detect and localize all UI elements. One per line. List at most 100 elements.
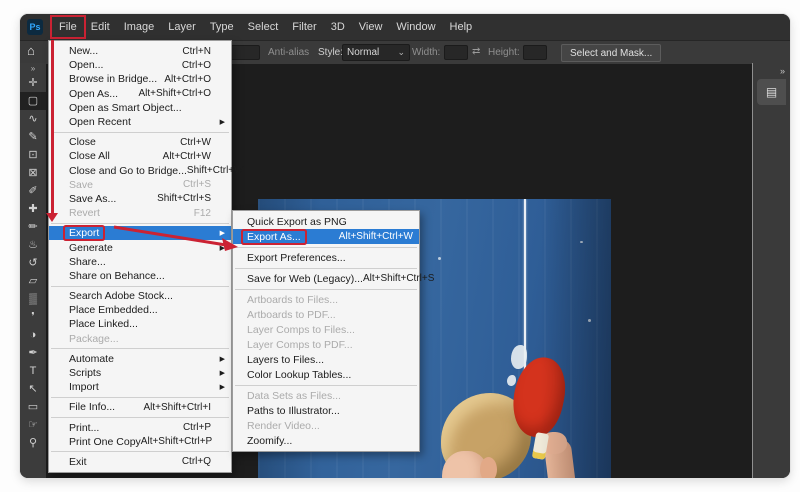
- panel-tab-icon[interactable]: ▤: [757, 79, 786, 105]
- blur-tool[interactable]: ❜: [20, 308, 46, 326]
- export-submenu-item[interactable]: Artboards to Files...: [233, 292, 419, 307]
- history-brush-tool[interactable]: ↺: [20, 254, 46, 272]
- export-submenu-item[interactable]: Quick Export as PNG: [233, 214, 419, 229]
- chevron-down-icon: ⌄: [397, 47, 405, 57]
- export-submenu-item[interactable]: Data Sets as Files...: [233, 388, 419, 403]
- file-menu-item[interactable]: Save Ctrl+S ▶: [49, 178, 231, 192]
- rectangle-tool[interactable]: ▭: [20, 398, 46, 416]
- home-icon[interactable]: ⌂: [27, 44, 35, 57]
- export-submenu-item[interactable]: Save for Web (Legacy)... Alt+Shift+Ctrl+…: [233, 271, 434, 286]
- file-menu-item[interactable]: Open Recent ▶: [49, 115, 231, 129]
- menu-separator: [235, 384, 417, 386]
- export-submenu-item[interactable]: Paths to Illustrator...: [233, 403, 419, 418]
- menubar-item-select[interactable]: Select: [241, 17, 286, 37]
- menu-separator: [235, 288, 417, 290]
- submenu-arrow-icon: ▶: [219, 119, 225, 127]
- menubar-item-type[interactable]: Type: [203, 17, 241, 37]
- select-and-mask-button[interactable]: Select and Mask...: [561, 44, 662, 62]
- healing-brush-tool[interactable]: ✚: [20, 200, 46, 218]
- menubar-item-image[interactable]: Image: [117, 17, 162, 37]
- eraser-tool[interactable]: ▱: [20, 272, 46, 290]
- brush-tool[interactable]: ✏: [20, 218, 46, 236]
- toolbar-collapse-icon[interactable]: »: [31, 64, 35, 74]
- type-tool[interactable]: T: [20, 362, 46, 380]
- frame-tool[interactable]: ⊠: [20, 164, 46, 182]
- file-menu-item[interactable]: Share on Behance... ▶: [49, 269, 231, 283]
- export-submenu-item[interactable]: Zoomify...: [233, 433, 419, 448]
- file-menu-item[interactable]: File Info... Alt+Shift+Ctrl+I ▶: [49, 400, 231, 414]
- file-menu-item[interactable]: Browse in Bridge... Alt+Ctrl+O ▶: [49, 72, 231, 86]
- file-menu-item[interactable]: Save As... Shift+Ctrl+S ▶: [49, 192, 231, 206]
- file-menu-item[interactable]: Scripts ▶: [49, 366, 231, 380]
- file-menu-item[interactable]: Close and Go to Bridge... Shift+Ctrl+W ▶: [49, 164, 244, 178]
- menubar-item-view[interactable]: View: [352, 17, 390, 37]
- file-menu-item[interactable]: Print One Copy Alt+Shift+Ctrl+P ▶: [49, 435, 231, 449]
- height-label: Height:: [488, 47, 520, 58]
- file-menu-item[interactable]: Print... Ctrl+P ▶: [49, 421, 231, 435]
- rectangular-marquee-tool[interactable]: ▢: [20, 92, 46, 110]
- file-menu-item[interactable]: Share... ▶: [49, 255, 231, 269]
- menu-separator: [51, 451, 229, 453]
- right-panel-dock: » ▤: [752, 63, 790, 478]
- file-menu-item[interactable]: Package... ▶: [49, 332, 231, 346]
- file-menu-item[interactable]: Close Ctrl+W ▶: [49, 135, 231, 149]
- export-submenu-item[interactable]: Artboards to PDF...: [233, 307, 419, 322]
- feather-input[interactable]: [230, 45, 260, 60]
- width-input[interactable]: [444, 45, 468, 60]
- pen-tool[interactable]: ✒: [20, 344, 46, 362]
- panel-collapse-icon[interactable]: »: [780, 66, 785, 76]
- menubar-item-layer[interactable]: Layer: [161, 17, 203, 37]
- export-submenu-item-export-as[interactable]: Export As... Alt+Shift+Ctrl+W: [233, 229, 419, 244]
- crop-tool[interactable]: ⊡: [20, 146, 46, 164]
- photoshop-window: » ▤ Ps File Edit Image Layer Type Select…: [20, 14, 790, 478]
- file-menu-item[interactable]: Automate ▶: [49, 352, 231, 366]
- eyedropper-tool[interactable]: ✐: [20, 182, 46, 200]
- dodge-tool[interactable]: ◑: [20, 326, 46, 344]
- file-menu-item[interactable]: Place Embedded... ▶: [49, 303, 231, 317]
- style-dropdown[interactable]: Normal ⌄: [342, 44, 410, 61]
- zoom-tool[interactable]: ⚲: [20, 434, 46, 452]
- file-menu-item[interactable]: Open... Ctrl+O ▶: [49, 58, 231, 72]
- menubar-item-edit[interactable]: Edit: [84, 17, 117, 37]
- file-menu-item[interactable]: Open as Smart Object... ▶: [49, 101, 231, 115]
- file-menu-item[interactable]: Search Adobe Stock... ▶: [49, 289, 231, 303]
- quick-selection-tool[interactable]: ✎: [20, 128, 46, 146]
- menu-bar: Ps File Edit Image Layer Type Select Fil…: [20, 14, 790, 40]
- menubar-item-filter[interactable]: Filter: [285, 17, 323, 37]
- export-submenu-item[interactable]: Render Video...: [233, 418, 419, 433]
- file-menu-dropdown: New... Ctrl+N ▶ Open... Ctrl+O ▶ Browse …: [48, 40, 244, 474]
- screenshot-stage: » ▤ Ps File Edit Image Layer Type Select…: [0, 0, 800, 492]
- gradient-tool[interactable]: ▒: [20, 290, 46, 308]
- width-label: Width:: [412, 47, 441, 58]
- path-selection-tool[interactable]: ↖: [20, 380, 46, 398]
- link-dimensions-icon[interactable]: ⇄: [472, 46, 480, 57]
- file-menu-item[interactable]: Place Linked... ▶: [49, 317, 231, 331]
- move-tool[interactable]: ✛: [20, 74, 46, 92]
- height-input[interactable]: [523, 45, 547, 60]
- menu-separator: [51, 131, 229, 133]
- file-menu-item[interactable]: Close All Alt+Ctrl+W ▶: [49, 149, 231, 163]
- submenu-arrow-icon: ▶: [219, 355, 225, 363]
- file-menu-item[interactable]: New... Ctrl+N ▶: [49, 44, 231, 58]
- file-menu-item[interactable]: Open As... Alt+Shift+Ctrl+O ▶: [49, 87, 231, 101]
- file-menu-item[interactable]: Import ▶: [49, 380, 231, 394]
- export-submenu-item[interactable]: Layer Comps to Files...: [233, 322, 419, 337]
- menubar-item-3d[interactable]: 3D: [324, 17, 352, 37]
- tool-bar: » ✛ ▢ ∿ ✎ ⊡ ⊠ ✐ ✚ ✏ ♨ ↺ ▱ ▒ ❜ ◑ ✒ T ↖ ▭ …: [20, 63, 46, 478]
- menubar-items: File Edit Image Layer Type Select Filter: [52, 17, 479, 37]
- file-menu-item[interactable]: Exit Ctrl+Q ▶: [49, 455, 231, 469]
- hand-tool[interactable]: ☞: [20, 416, 46, 434]
- export-submenu-item[interactable]: Layers to Files...: [233, 352, 419, 367]
- export-submenu-item[interactable]: Color Lookup Tables...: [233, 367, 419, 382]
- menubar-item-help[interactable]: Help: [443, 17, 480, 37]
- submenu-arrow-icon: ▶: [219, 384, 225, 392]
- menu-separator: [235, 267, 417, 269]
- export-submenu-item[interactable]: Export Preferences...: [233, 250, 419, 265]
- lasso-tool[interactable]: ∿: [20, 110, 46, 128]
- clone-stamp-tool[interactable]: ♨: [20, 236, 46, 254]
- export-submenu-item[interactable]: Layer Comps to PDF...: [233, 337, 419, 352]
- menubar-item-file[interactable]: File: [52, 17, 84, 37]
- menu-separator: [51, 348, 229, 350]
- menu-separator: [51, 396, 229, 398]
- menubar-item-window[interactable]: Window: [389, 17, 442, 37]
